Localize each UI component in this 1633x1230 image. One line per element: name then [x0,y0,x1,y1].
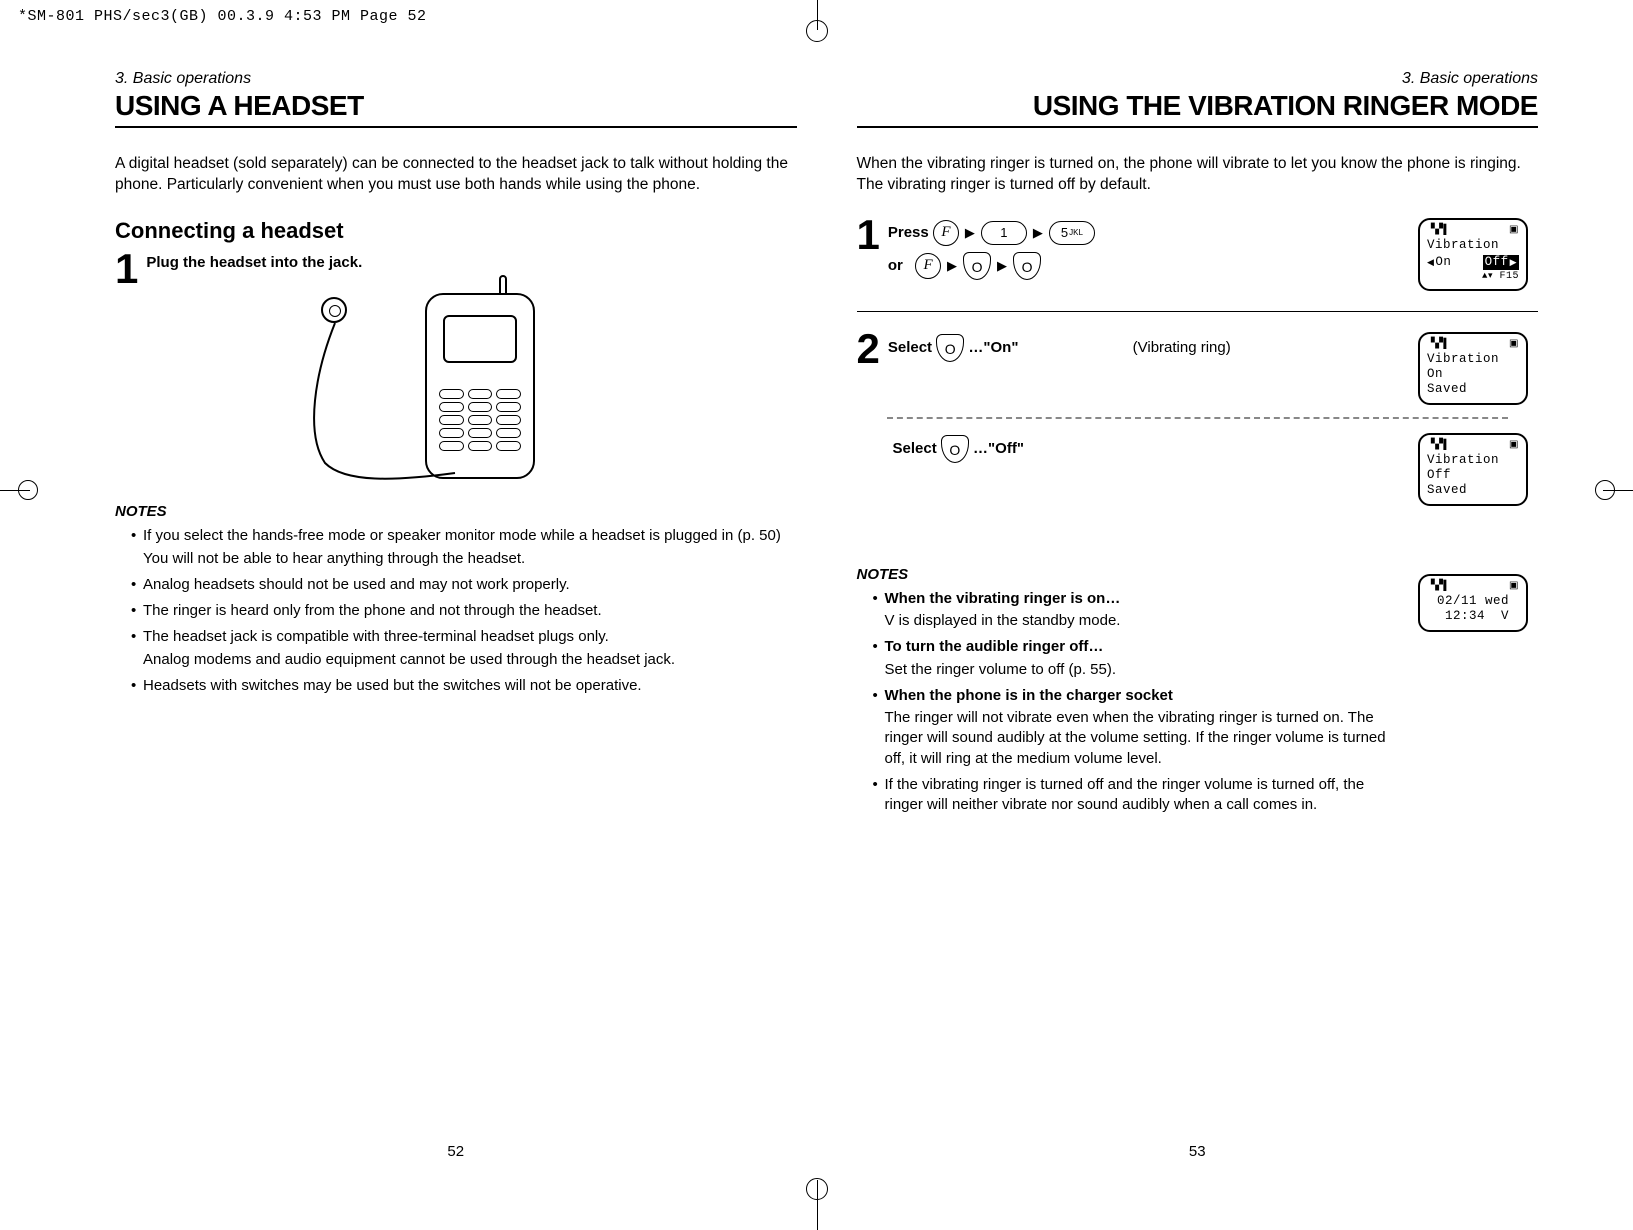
note-item: To turn the audible ringer off… Set the … [873,637,1399,680]
lcd-line: Vibration [1427,238,1519,253]
note-item: Analog headsets should not be used and m… [131,575,797,595]
crop-mark-left [0,470,40,510]
note-text: If you select the hands-free mode or spe… [143,527,781,544]
step-1-right: 1 Press F ▶ 1 ▶ 5JKL [857,218,1539,291]
signal-icon: ▝▞▌ [1427,225,1450,237]
page-title-left: USING A HEADSET [115,90,797,128]
lcd-option-off: Off [1483,255,1519,270]
page-number-right: 53 [1189,1143,1206,1160]
lcd-line: Vibration [1427,453,1519,468]
note-bold: When the vibrating ringer is on… [885,590,1121,607]
print-header: *SM-801 PHS/sec3(GB) 00.3.9 4:53 PM Page… [18,8,427,25]
step-1-left: 1 Plug the headset into the jack. [115,252,797,286]
lcd-vibration-select: ▝▞▌ ▣ Vibration On Off ▲▾ F15 [1418,218,1528,291]
crop-mark-bottom [797,1170,837,1230]
note-item: Headsets with switches may be used but t… [131,676,797,696]
key-o-icon: O [936,334,964,362]
key-f-icon: F [933,220,959,246]
note-item: When the phone is in the charger socket … [873,686,1399,769]
note-item: The headset jack is compatible with thre… [131,627,797,670]
lcd-foot: F15 [1499,271,1519,282]
notes-list-left: If you select the hands-free mode or spe… [115,526,797,696]
press-label: Press [888,224,929,241]
page-52: 3. Basic operations USING A HEADSET A di… [85,70,827,1120]
lcd-line: Saved [1427,483,1519,498]
arrow-right-icon: ▶ [947,258,957,274]
lcd-line: Saved [1427,382,1519,397]
note-detail: Analog modems and audio equipment cannot… [143,650,797,670]
page-spread: 3. Basic operations USING A HEADSET A di… [85,70,1568,1120]
signal-icon: ▝▞▌ [1427,440,1450,452]
note-detail: You will not be able to hear anything th… [143,549,797,569]
select-label: Select [893,440,937,457]
step-number: 1 [115,252,138,286]
lcd-line: Vibration [1427,352,1519,367]
lcd-line: 02/11 wed [1427,594,1519,609]
lcd-line: Off [1427,468,1519,483]
note-item: The ringer is heard only from the phone … [131,601,797,621]
signal-icon: ▝▞▌ [1427,581,1450,593]
page-title-right: USING THE VIBRATION RINGER MODE [857,90,1539,128]
notes-list-right: When the vibrating ringer is on… V is di… [857,589,1399,816]
arrow-right-icon: ▶ [965,225,975,241]
updown-icon: ▲▾ [1482,271,1493,281]
crop-mark-right [1593,470,1633,510]
chapter-label-left: 3. Basic operations [115,70,797,88]
divider [857,311,1539,312]
lcd-vibration-on-saved: ▝▞▌ ▣ Vibration On Saved [1418,332,1528,405]
lcd-standby: ▝▞▌ ▣ 02/11 wed 12:34 V [1418,574,1528,632]
key-5-icon: 5JKL [1049,221,1095,245]
arrow-right-icon: ▶ [1033,225,1043,241]
step-number: 1 [857,218,880,252]
vibrating-ring-label: (Vibrating ring) [1133,339,1231,356]
on-text: …"On" [968,339,1018,356]
lcd-line: On [1427,367,1519,382]
step-number: 2 [857,332,880,366]
note-item: If the vibrating ringer is turned off an… [873,775,1399,816]
page-number-left: 52 [447,1143,464,1160]
arrow-right-icon: ▶ [997,258,1007,274]
battery-icon: ▣ [1509,225,1519,237]
key-f-icon: F [915,253,941,279]
key-o-m-icon: O [941,435,969,463]
key-o-nav-icon: O [1013,252,1041,280]
notes-heading-left: NOTES [115,503,797,520]
note-text: The headset jack is compatible with thre… [143,628,609,645]
battery-icon: ▣ [1509,581,1519,593]
intro-right: When the vibrating ringer is turned on, … [857,154,1539,196]
lcd-option-on: On [1427,255,1451,270]
note-detail: The ringer will not vibrate even when th… [885,708,1399,769]
step-2-on: 2 Select O …"On" (Vibrating ring) ▝▞▌ ▣ V… [857,332,1539,405]
key-o-m-icon: O [963,252,991,280]
phone-headset-illustration [245,293,565,483]
select-label: Select [888,339,932,356]
signal-icon: ▝▞▌ [1427,339,1450,351]
or-label: or [888,257,903,274]
note-bold: To turn the audible ringer off… [885,638,1104,655]
page-53: 3. Basic operations USING THE VIBRATION … [827,70,1569,1120]
lcd-vibration-off-saved: ▝▞▌ ▣ Vibration Off Saved [1418,433,1528,506]
lcd-line: 12:34 V [1427,609,1519,624]
note-item: If you select the hands-free mode or spe… [131,526,797,569]
battery-icon: ▣ [1509,339,1519,351]
key-1-icon: 1 [981,221,1027,245]
note-detail: Set the ringer volume to off (p. 55). [885,660,1399,680]
crop-mark-top [797,0,837,40]
note-bold: When the phone is in the charger socket [885,687,1173,704]
notes-heading-right: NOTES [857,566,1399,583]
off-text: …"Off" [973,440,1024,457]
note-detail: V is displayed in the standby mode. [885,611,1399,631]
subheading-left: Connecting a headset [115,218,797,244]
step-label: Plug the headset into the jack. [146,254,362,271]
note-item: When the vibrating ringer is on… V is di… [873,589,1399,632]
step-2-off: Select O …"Off" ▝▞▌ ▣ Vibration Off Saved [893,433,1539,506]
dashed-divider [887,417,1509,419]
battery-icon: ▣ [1509,440,1519,452]
intro-left: A digital headset (sold separately) can … [115,154,797,196]
chapter-label-right: 3. Basic operations [857,70,1539,88]
